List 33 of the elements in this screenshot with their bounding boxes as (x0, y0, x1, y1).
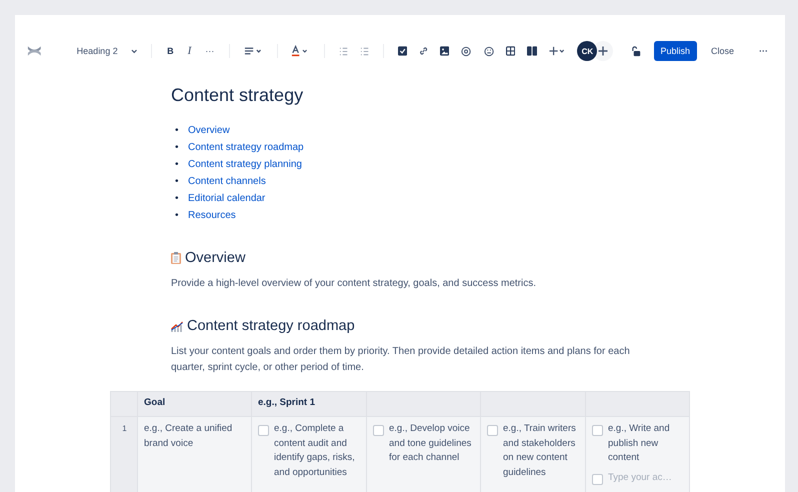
task-text: e.g., Develop voice and tone guidelines for each channel (389, 422, 472, 465)
page-title: Content strategy (171, 85, 304, 106)
bullet: • (175, 175, 180, 189)
toc-link[interactable]: Editorial calendar (188, 193, 266, 204)
more-formatting-button[interactable]: ··· (200, 44, 220, 58)
table-cell-text: e.g., Create a unified brand voice (144, 423, 232, 448)
close-button[interactable]: Close (703, 41, 742, 61)
publish-button[interactable]: Publish (654, 41, 698, 61)
section-text: List your content goals and order them by priority. Then provide detailed action items and plans for each quarter, sprint cycle, or other period of time. (171, 345, 631, 375)
section-heading: Overview (185, 250, 246, 266)
task-text: e.g., Write and publish new content (608, 422, 671, 465)
bullet: • (175, 192, 180, 206)
task-text: e.g., Train writers and stakeholders on new content guidelines (503, 422, 577, 480)
bullet: • (175, 158, 180, 172)
toc-link[interactable]: Content channels (188, 176, 266, 187)
column-header: e.g., Sprint 1 (258, 397, 316, 408)
bullet: • (175, 124, 180, 138)
row-number: 1 (122, 424, 127, 433)
bold-button[interactable]: B (162, 44, 179, 58)
toc-link[interactable]: Content strategy roadmap (188, 142, 304, 153)
user-avatar[interactable]: CK (577, 41, 598, 61)
column-header: Goal (144, 397, 166, 408)
more-button[interactable]: ··· (754, 44, 774, 58)
toc-link[interactable]: Overview (188, 125, 230, 136)
style-dropdown[interactable]: Heading 2 (72, 44, 123, 58)
toc-link[interactable]: Resources (188, 210, 236, 221)
bullet: • (175, 209, 180, 223)
toc-link[interactable]: Content strategy planning (188, 159, 302, 170)
italic-button[interactable]: I (182, 43, 196, 59)
section-text: Provide a high-level overview of your content strategy, goals, and success metrics. (171, 277, 537, 291)
section-heading: Content strategy roadmap (187, 318, 355, 334)
bullet: • (175, 141, 180, 155)
task-text: e.g., Complete a content audit and identify gaps, risks, and opportunities (274, 422, 356, 480)
